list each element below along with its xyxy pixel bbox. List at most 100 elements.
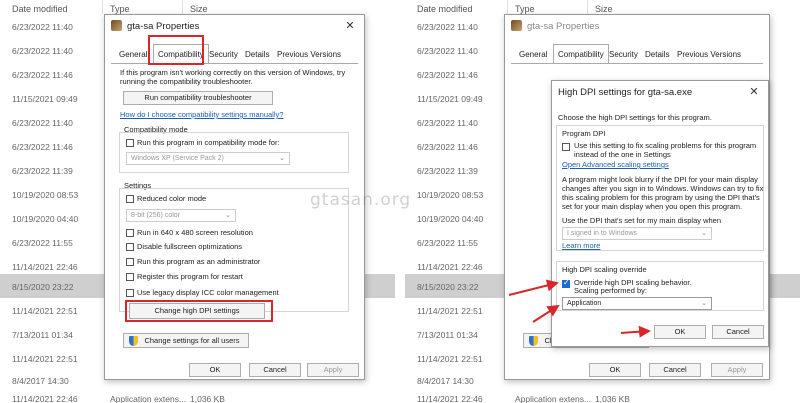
row-date: 11/14/2021 22:46 [12, 262, 78, 272]
high-dpi-dialog: High DPI settings for gta-sa.exe ✕ Choos… [551, 80, 769, 347]
tab-compatibility[interactable]: Compatibility [553, 44, 609, 63]
row-date: 11/14/2021 22:51 [12, 354, 78, 364]
row-date: 10/19/2020 04:40 [417, 214, 484, 224]
signed-in-select[interactable]: I signed in to Windows ⌄ [562, 227, 712, 240]
properties-title: gta-sa Properties [127, 21, 200, 32]
tab-general[interactable]: General [115, 47, 151, 63]
run-troubleshooter-button[interactable]: Run compatibility troubleshooter [123, 91, 273, 105]
color-select[interactable]: 8-bit (256) color ⌄ [126, 209, 236, 222]
run-admin-checkbox[interactable] [126, 258, 134, 266]
row-date: 6/23/2022 11:55 [12, 238, 73, 248]
dpi-title: High DPI settings for gta-sa.exe [558, 87, 693, 98]
tab-previous-versions[interactable]: Previous Versions [673, 47, 745, 63]
shield-icon [529, 336, 538, 346]
table-row[interactable]: 11/14/2021 22:46 Application extens... 1… [0, 386, 395, 403]
cancel-button[interactable]: Cancel [249, 363, 301, 377]
ok-button[interactable]: OK [189, 363, 241, 377]
tab-details[interactable]: Details [641, 47, 673, 63]
ok-button[interactable]: OK [589, 363, 641, 377]
row-size: 1,036 KB [190, 394, 225, 403]
column-size[interactable]: Size [190, 4, 208, 14]
row-date: 11/15/2021 09:49 [12, 94, 78, 104]
program-dpi-checkbox[interactable] [562, 143, 570, 151]
row-date: 6/23/2022 11:39 [417, 166, 478, 176]
row-date: 6/23/2022 11:40 [417, 46, 478, 56]
dpi-titlebar: High DPI settings for gta-sa.exe ✕ [552, 81, 768, 103]
register-restart-checkbox[interactable] [126, 273, 134, 281]
row-date: 11/14/2021 22:46 [12, 394, 78, 403]
row-date: 11/14/2021 22:46 [417, 262, 483, 272]
compat-mode-value: Windows XP (Service Pack 2) [131, 155, 224, 162]
row-date: 7/13/2011 01:34 [417, 330, 478, 340]
compat-mode-select[interactable]: Windows XP (Service Pack 2) ⌄ [126, 152, 290, 165]
header-divider [507, 0, 508, 14]
change-all-users-button[interactable]: Change settings for all users [123, 333, 249, 348]
run-admin-label: Run this program as an administrator [137, 257, 261, 266]
reduced-color-checkbox[interactable] [126, 195, 134, 203]
manual-settings-link[interactable]: How do I choose compatibility settings m… [120, 110, 283, 120]
column-type[interactable]: Type [110, 4, 130, 14]
legacy-icc-checkbox[interactable] [126, 289, 134, 297]
scaling-select[interactable]: Application ⌄ [562, 297, 712, 310]
chevron-down-icon: ⌄ [279, 155, 285, 162]
row-date: 11/14/2021 22:51 [12, 306, 78, 316]
dpi-ok-button[interactable]: OK [654, 325, 706, 339]
learn-more-link[interactable]: Learn more [562, 241, 600, 251]
tab-details[interactable]: Details [241, 47, 273, 63]
row-size: 1,036 KB [595, 394, 630, 403]
column-date-modified[interactable]: Date modified [12, 4, 68, 14]
row-date: 7/13/2011 01:34 [12, 330, 73, 340]
advanced-scaling-link[interactable]: Open Advanced scaling settings [562, 160, 669, 170]
row-date: 11/14/2021 22:46 [417, 394, 483, 403]
disable-fullscreen-label: Disable fullscreen optimizations [137, 242, 243, 251]
chevron-down-icon: ⌄ [701, 230, 707, 237]
row-date: 11/14/2021 22:51 [417, 306, 483, 316]
row-date: 6/23/2022 11:40 [12, 118, 73, 128]
signed-in-value: I signed in to Windows [567, 230, 638, 237]
scaling-value: Application [567, 300, 602, 307]
disable-fullscreen-checkbox[interactable] [126, 243, 134, 251]
row-date: 6/23/2022 11:46 [417, 70, 478, 80]
table-row[interactable]: 11/14/2021 22:46 Application extens... 1… [405, 386, 800, 403]
column-type[interactable]: Type [515, 4, 535, 14]
tab-general[interactable]: General [515, 47, 551, 63]
compat-mode-label: Run this program in compatibility mode f… [137, 138, 280, 147]
program-dpi-label: instead of the one in Settings [574, 150, 671, 159]
tab-security[interactable]: Security [605, 47, 642, 63]
dpi-subtitle: Choose the high DPI settings for this pr… [558, 113, 712, 122]
row-date: 11/14/2021 22:51 [417, 354, 483, 364]
column-date-modified[interactable]: Date modified [417, 4, 473, 14]
row-date: 6/23/2022 11:40 [417, 22, 478, 32]
app-icon [111, 20, 122, 31]
row-date: 8/15/2020 23:22 [12, 282, 74, 292]
override-dpi-checkbox[interactable] [562, 278, 570, 288]
compat-mode-checkbox[interactable] [126, 139, 134, 147]
dpi-cancel-button[interactable]: Cancel [712, 325, 764, 339]
legacy-icc-label: Use legacy display ICC color management [137, 288, 279, 297]
row-date: 6/23/2022 11:40 [12, 46, 73, 56]
use-dpi-label: Use the DPI that's set for my main displ… [562, 216, 721, 225]
row-date: 10/19/2020 08:53 [417, 190, 484, 200]
row-date: 10/19/2020 08:53 [12, 190, 79, 200]
chevron-down-icon: ⌄ [225, 212, 231, 219]
chevron-down-icon: ⌄ [701, 300, 707, 307]
apply-button[interactable]: Apply [307, 363, 359, 377]
tab-previous-versions[interactable]: Previous Versions [273, 47, 345, 63]
override-group-label: High DPI scaling override [562, 265, 647, 274]
cancel-button[interactable]: Cancel [649, 363, 701, 377]
row-date: 8/4/2017 14:30 [417, 376, 474, 386]
dpi-explanation: set for your main display when you open … [562, 202, 743, 211]
row-type: Application extens... [515, 394, 592, 403]
header-divider [102, 0, 103, 14]
close-icon[interactable]: ✕ [746, 84, 762, 100]
run-640-checkbox[interactable] [126, 229, 134, 237]
column-size[interactable]: Size [595, 4, 613, 14]
apply-button[interactable]: Apply [711, 363, 763, 377]
close-icon[interactable]: ✕ [342, 18, 358, 34]
tab-security[interactable]: Security [205, 47, 242, 63]
register-restart-label: Register this program for restart [137, 272, 243, 281]
change-all-users-label: Change settings for all users [144, 336, 240, 345]
properties-titlebar: gta-sa Properties ✕ [105, 15, 364, 37]
row-date: 11/15/2021 09:49 [417, 94, 483, 104]
row-date: 8/15/2020 23:22 [417, 282, 479, 292]
